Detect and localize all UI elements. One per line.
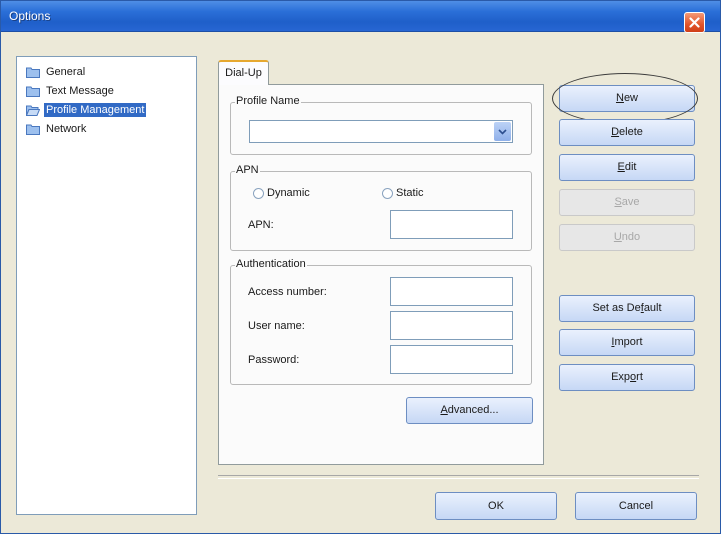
dynamic-radio-label: Dynamic bbox=[267, 187, 310, 199]
tree-item-text-message[interactable]: Text Message bbox=[26, 82, 116, 99]
export-label-post: rt bbox=[636, 371, 643, 383]
access-number-label: Access number: bbox=[248, 286, 327, 298]
save-button[interactable]: Save bbox=[559, 189, 695, 216]
import-button[interactable]: Import bbox=[559, 329, 695, 356]
close-icon bbox=[689, 17, 700, 28]
undo-button[interactable]: Undo bbox=[559, 224, 695, 251]
authentication-group-title: Authentication bbox=[235, 258, 307, 270]
apn-group-title: APN bbox=[235, 164, 260, 176]
user-name-label: User name: bbox=[248, 320, 305, 332]
cancel-button[interactable]: Cancel bbox=[575, 492, 697, 520]
user-name-input[interactable] bbox=[390, 311, 513, 340]
static-radio[interactable]: Static bbox=[382, 187, 424, 199]
tree-item-label: Network bbox=[46, 122, 87, 135]
ok-button[interactable]: OK bbox=[435, 492, 557, 520]
close-button[interactable] bbox=[684, 12, 705, 33]
undo-label-post: ndo bbox=[621, 231, 641, 243]
export-label-pre: Exp bbox=[611, 371, 631, 383]
folder-icon bbox=[26, 67, 40, 78]
tree-item-network[interactable]: Network bbox=[26, 120, 88, 137]
edit-label-post: dit bbox=[624, 161, 637, 173]
save-label-accel: S bbox=[614, 196, 622, 208]
tab-dial-up[interactable]: Dial-Up bbox=[218, 60, 269, 85]
tree-item-general[interactable]: General bbox=[26, 63, 87, 80]
tree-item-label: Text Message bbox=[46, 84, 114, 97]
apn-input[interactable] bbox=[390, 210, 513, 239]
advanced-label-accel: A bbox=[440, 404, 448, 416]
set-as-default-button[interactable]: Set as Default bbox=[559, 295, 695, 322]
set-default-label-post: ault bbox=[643, 302, 662, 314]
tree-item-profile-management[interactable]: Profile Management bbox=[26, 101, 147, 118]
dynamic-radio[interactable]: Dynamic bbox=[253, 187, 310, 199]
bottom-separator bbox=[218, 475, 699, 479]
advanced-label-post: dvanced... bbox=[447, 404, 499, 416]
undo-label-accel: U bbox=[613, 231, 622, 243]
set-default-label-pre: Set as De bbox=[592, 302, 641, 314]
delete-label-accel: D bbox=[611, 126, 620, 138]
category-tree[interactable]: General Text Message Profile Management … bbox=[16, 56, 197, 515]
static-radio-label: Static bbox=[396, 187, 424, 199]
advanced-button[interactable]: Advanced... bbox=[406, 397, 533, 424]
tree-item-label: General bbox=[46, 65, 86, 78]
options-dialog: Options General Text Message Profile Man… bbox=[0, 0, 721, 534]
dropdown-button[interactable] bbox=[494, 122, 511, 141]
profile-name-group-title: Profile Name bbox=[235, 95, 301, 107]
edit-button[interactable]: Edit bbox=[559, 154, 695, 181]
password-input[interactable] bbox=[390, 345, 513, 374]
title-bar[interactable]: Options bbox=[1, 1, 720, 32]
import-label-post: mport bbox=[614, 336, 643, 348]
folder-icon bbox=[26, 86, 40, 97]
profile-name-dropdown[interactable] bbox=[249, 120, 513, 143]
window-title: Options bbox=[9, 9, 51, 23]
radio-circle bbox=[382, 187, 393, 199]
delete-button[interactable]: Delete bbox=[559, 119, 695, 146]
tree-item-label: Profile Management bbox=[44, 102, 147, 117]
highlight-ellipse bbox=[552, 73, 698, 124]
folder-open-icon bbox=[26, 105, 40, 116]
chevron-down-icon bbox=[498, 128, 507, 135]
folder-icon bbox=[26, 124, 40, 135]
edit-label-accel: E bbox=[617, 161, 625, 173]
radio-circle bbox=[253, 187, 264, 199]
delete-label-post: elete bbox=[619, 126, 643, 138]
apn-label: APN: bbox=[248, 219, 274, 231]
export-button[interactable]: Export bbox=[559, 364, 695, 391]
password-label: Password: bbox=[248, 354, 300, 366]
save-label-post: ave bbox=[621, 196, 640, 208]
access-number-input[interactable] bbox=[390, 277, 513, 306]
